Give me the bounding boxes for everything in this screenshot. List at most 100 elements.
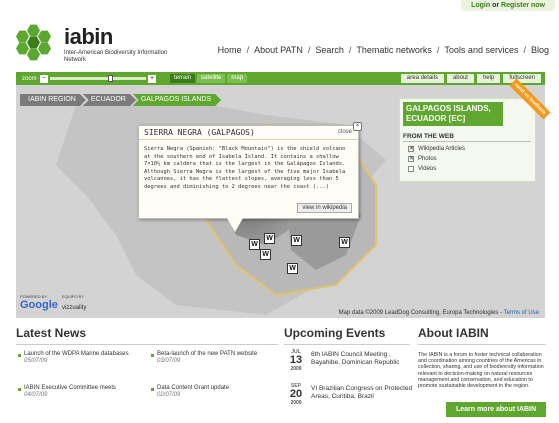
login-tab: Login or Register now bbox=[461, 0, 555, 11]
area-title: GALPAGOS ISLANDS, ECUADOR [EC] bbox=[403, 102, 503, 126]
divider bbox=[284, 344, 410, 345]
top-bar: Login or Register now bbox=[0, 0, 559, 12]
site-logo[interactable]: iabin Inter-American Biodiversity Inform… bbox=[16, 20, 176, 66]
nav-separator: / bbox=[523, 45, 526, 55]
popup-pointer bbox=[227, 218, 243, 232]
wikipedia-marker-icon[interactable]: W bbox=[260, 249, 271, 260]
news-item[interactable]: Data Content Grant update 02/07/09 bbox=[157, 385, 277, 399]
wikipedia-checkbox[interactable]: ✕ bbox=[408, 146, 414, 152]
videos-checkbox[interactable] bbox=[408, 166, 414, 172]
zoom-out-button[interactable]: − bbox=[40, 74, 48, 83]
latest-news-heading: Latest News bbox=[16, 326, 87, 340]
breadcrumb-iabin-region[interactable]: IABIN REGION bbox=[20, 94, 86, 106]
news-title[interactable]: Launch of the WDPA Marine databases bbox=[24, 351, 144, 358]
map-type-satellite[interactable]: satellite bbox=[197, 74, 226, 83]
nav-search[interactable]: Search bbox=[315, 45, 344, 55]
event-day: 13 bbox=[289, 354, 303, 366]
vizzuality-logo[interactable]: vizzuality bbox=[62, 305, 86, 311]
nav-about-patn[interactable]: About PATN bbox=[254, 45, 303, 55]
nav-separator: / bbox=[246, 45, 250, 55]
fullscreen-button[interactable]: fullscreen bbox=[503, 74, 541, 83]
nav-separator: / bbox=[348, 45, 352, 55]
map-type-switcher: terrain satellite map bbox=[170, 74, 248, 83]
photos-checkbox[interactable]: ✕ bbox=[408, 156, 414, 162]
close-icon[interactable]: × bbox=[353, 122, 362, 131]
map-attribution: Map data ©2009 LeadDog Consulting, Europ… bbox=[339, 310, 539, 316]
popup-close-link[interactable]: close bbox=[338, 129, 352, 135]
event-title[interactable]: 6th IABIN Council Meeting , Bayahibe, Do… bbox=[311, 351, 416, 366]
zoom-control: zoom − + bbox=[22, 74, 162, 83]
from-the-web-heading: FROM THE WEB bbox=[403, 133, 454, 140]
photos-option-label[interactable]: Photos bbox=[418, 156, 437, 162]
bullet-icon bbox=[18, 354, 21, 357]
event-date-badge: JUL 13 2009 bbox=[285, 349, 307, 372]
event-year: 2009 bbox=[290, 366, 302, 372]
news-date: 02/07/09 bbox=[157, 392, 181, 398]
event-title[interactable]: VI Brazilian Congress on Protected Areas… bbox=[311, 385, 416, 400]
news-item[interactable]: Beta-launch of the new PATN website 03/0… bbox=[157, 351, 277, 365]
news-title[interactable]: IABIN Executive Committee meets bbox=[24, 385, 144, 392]
news-date: 03/07/09 bbox=[157, 358, 181, 364]
upcoming-events-heading: Upcoming Events bbox=[284, 326, 386, 340]
terms-of-use-link[interactable]: Terms of Use bbox=[504, 310, 539, 316]
info-popup: SIERRA NEGRA (GALPAGOS) close × Sierra N… bbox=[138, 122, 362, 219]
map-type-map[interactable]: map bbox=[227, 74, 248, 83]
news-title[interactable]: Data Content Grant update bbox=[157, 385, 277, 392]
wikipedia-marker-icon[interactable]: W bbox=[339, 237, 350, 248]
news-date: 04/07/09 bbox=[24, 392, 48, 398]
about-description: The IABIN is a forum to foster technical… bbox=[418, 352, 544, 390]
zoom-in-button[interactable]: + bbox=[148, 74, 156, 83]
zoom-slider[interactable] bbox=[50, 75, 146, 82]
nav-separator: / bbox=[436, 45, 440, 55]
nav-separator: / bbox=[307, 45, 311, 55]
news-item[interactable]: Launch of the WDPA Marine databases 05/0… bbox=[24, 351, 144, 365]
popup-title: SIERRA NEGRA (GALPAGOS) bbox=[144, 128, 255, 137]
google-logo[interactable]: Google bbox=[20, 299, 58, 311]
zoom-label: zoom bbox=[22, 75, 37, 82]
breadcrumb-ecuador[interactable]: ECUADOR bbox=[83, 94, 136, 106]
nav-blog[interactable]: Blog bbox=[531, 45, 549, 55]
logo-wordmark: iabin bbox=[64, 24, 113, 49]
register-link[interactable]: Register now bbox=[501, 2, 545, 9]
nav-thematic-networks[interactable]: Thematic networks bbox=[356, 45, 432, 55]
map-powered-by: POWERED BY EQUIPO BY Google vizzuality bbox=[20, 294, 110, 316]
popup-body: Sierra Negra (Spanish: "Black Mountain")… bbox=[144, 146, 346, 190]
popup-header: SIERRA NEGRA (GALPAGOS) close bbox=[139, 126, 358, 140]
divider bbox=[418, 344, 546, 345]
event-date-badge: SEP 20 2009 bbox=[285, 383, 307, 406]
breadcrumb: IABIN REGION ECUADOR GALPAGOS ISLANDS bbox=[20, 94, 218, 106]
breadcrumb-galapagos[interactable]: GALPAGOS ISLANDS bbox=[133, 94, 221, 106]
event-day: 20 bbox=[289, 388, 303, 400]
main-nav: Home / About PATN / Search / Thematic netwo… bbox=[218, 45, 549, 55]
event-year: 2009 bbox=[290, 400, 302, 406]
news-title[interactable]: Beta-launch of the new PATN website bbox=[157, 351, 277, 358]
bullet-icon bbox=[18, 388, 21, 391]
videos-option-label[interactable]: Videos bbox=[418, 166, 436, 172]
map-type-terrain[interactable]: terrain bbox=[170, 74, 196, 83]
wikipedia-option-label[interactable]: Wikipedia Articles bbox=[418, 146, 465, 152]
login-or: or bbox=[492, 2, 500, 9]
learn-more-button[interactable]: Learn more about IABIN bbox=[446, 402, 546, 417]
news-item[interactable]: IABIN Executive Committee meets 04/07/09 bbox=[24, 385, 144, 399]
zoom-slider-handle[interactable] bbox=[107, 75, 113, 82]
divider bbox=[16, 344, 278, 345]
news-date: 05/07/09 bbox=[24, 358, 48, 364]
nav-tools-services[interactable]: Tools and services bbox=[444, 45, 518, 55]
about-button[interactable]: about bbox=[446, 74, 474, 83]
team-label: EQUIPO BY bbox=[62, 294, 85, 299]
divider bbox=[403, 141, 531, 142]
map-credit-text: Map data ©2009 LeadDog Consulting, Europ… bbox=[338, 310, 503, 316]
view-in-wikipedia-button[interactable]: view in wikipedia bbox=[297, 203, 352, 213]
nav-home[interactable]: Home bbox=[218, 45, 242, 55]
login-link[interactable]: Login bbox=[471, 2, 490, 9]
area-details-button[interactable]: area details bbox=[400, 74, 444, 83]
area-info-panel: GALPAGOS ISLANDS, ECUADOR [EC] FROM THE … bbox=[399, 98, 536, 182]
bullet-icon bbox=[151, 354, 154, 357]
wikipedia-marker-icon[interactable]: W bbox=[249, 239, 260, 250]
wikipedia-marker-icon[interactable]: W bbox=[264, 233, 275, 244]
wikipedia-marker-icon[interactable]: W bbox=[287, 263, 298, 274]
help-button[interactable]: help bbox=[476, 74, 501, 83]
about-iabin-heading: About IABIN bbox=[418, 326, 489, 340]
wikipedia-marker-icon[interactable]: W bbox=[291, 235, 302, 246]
map-toolbar: zoom − + terrain satellite map area deta… bbox=[16, 72, 545, 85]
